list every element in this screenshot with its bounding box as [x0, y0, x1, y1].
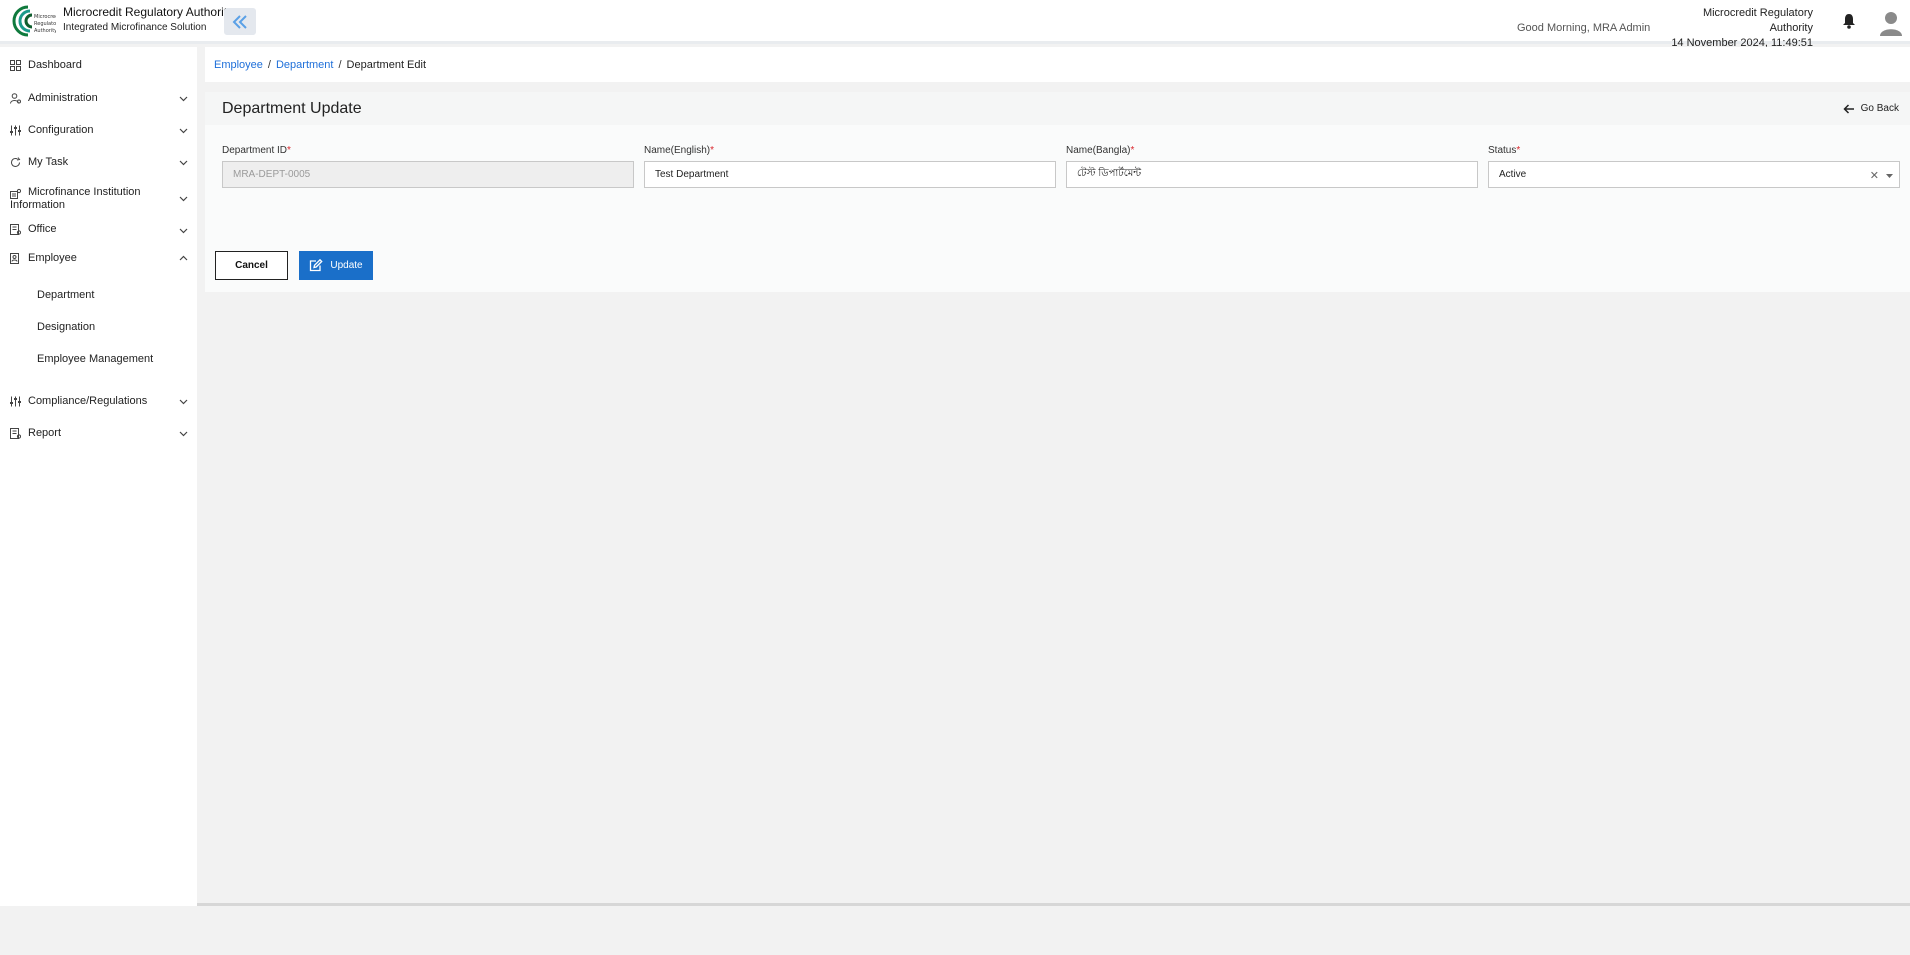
name-english-field-group: Name(English)* Test Department	[644, 145, 1056, 188]
task-icon	[11, 157, 21, 167]
top-header: Microcredit Regulatory Authority Microcr…	[0, 0, 1910, 64]
name-bangla-field-group: Name(Bangla)* টেস্ট ডিপার্টমেন্ট	[1066, 145, 1478, 188]
sidebar-item-dashboard[interactable]: Dashboard	[0, 59, 197, 77]
sidebar-item-label: Microfinance Institution Information	[10, 186, 141, 211]
svg-text:Microcredit: Microcredit	[34, 14, 56, 20]
breadcrumb-separator: /	[267, 58, 271, 71]
status-select[interactable]: Active ✕	[1488, 161, 1900, 188]
dept-id-input: MRA-DEPT-0005	[222, 161, 634, 188]
dept-id-label: Department ID*	[222, 145, 291, 156]
cancel-button[interactable]: Cancel	[215, 251, 288, 280]
sidebar-item-report[interactable]: Report	[0, 427, 197, 445]
name-bangla-input[interactable]: টেস্ট ডিপার্টমেন্ট	[1066, 161, 1478, 188]
card-header: Department Update Go Back	[205, 92, 1910, 125]
sidebar-item-configuration[interactable]: Configuration	[0, 124, 197, 142]
go-back-label: Go Back	[1860, 103, 1899, 114]
update-button[interactable]: Update	[299, 251, 373, 280]
sidebar-item-label: Employee	[28, 252, 77, 264]
sidebar-item-administration[interactable]: Administration	[0, 92, 197, 110]
sidebar-subitem-designation[interactable]: Designation	[37, 321, 95, 333]
main-content: Employee / Department / Department Edit …	[197, 47, 1910, 906]
user-cog-icon	[10, 93, 21, 104]
caret-down-icon[interactable]	[1886, 174, 1893, 178]
chevron-down-icon	[179, 431, 188, 437]
go-back-button[interactable]: Go Back	[1843, 103, 1899, 114]
brand-subtitle: Integrated Microfinance Solution	[63, 22, 207, 33]
breadcrumb: Employee / Department / Department Edit	[205, 47, 1910, 82]
chevron-down-icon	[179, 160, 188, 166]
mra-logo: Microcredit Regulatory Authority	[8, 3, 62, 39]
grid-icon	[10, 60, 21, 71]
user-avatar-icon[interactable]	[1879, 10, 1903, 39]
dept-id-field-group: Department ID* MRA-DEPT-0005	[222, 145, 634, 188]
breadcrumb-link-employee[interactable]: Employee	[214, 59, 263, 71]
report-icon	[10, 428, 21, 439]
sidebar: Dashboard Administration Configuration M…	[0, 47, 197, 906]
brand-title: Microcredit Regulatory Authority	[63, 5, 234, 19]
status-selected-value: Active	[1499, 169, 1527, 180]
status-field-group: Status* Active ✕	[1488, 145, 1900, 188]
update-button-label: Update	[330, 260, 363, 271]
sidebar-item-label: Compliance/Regulations	[28, 395, 148, 407]
status-label: Status*	[1488, 145, 1521, 156]
sidebar-item-my-task[interactable]: My Task	[0, 156, 197, 174]
svg-text:Regulatory: Regulatory	[34, 21, 56, 27]
chevron-up-icon	[179, 255, 188, 261]
svg-text:Authority: Authority	[34, 28, 56, 34]
chevron-down-icon	[179, 399, 188, 405]
sidebar-collapse-button[interactable]	[224, 8, 256, 35]
sidebar-item-label: Report	[28, 427, 62, 439]
chevron-down-icon	[179, 128, 188, 134]
employee-icon	[10, 253, 19, 264]
chevron-down-icon	[179, 228, 188, 234]
name-english-label: Name(English)*	[644, 145, 715, 156]
org-name: Microcredit Regulatory Authority	[1702, 7, 1813, 34]
sliders-icon	[10, 125, 21, 136]
sidebar-item-label: Dashboard	[28, 59, 82, 71]
sidebar-subitem-employee-management[interactable]: Employee Management	[37, 353, 153, 365]
sidebar-subitem-department[interactable]: Department	[37, 289, 94, 301]
breadcrumb-separator: /	[338, 58, 342, 71]
sidebar-item-compliance[interactable]: Compliance/Regulations	[0, 395, 197, 413]
sidebar-item-label: Administration	[28, 92, 98, 104]
sidebar-item-label: My Task	[28, 156, 69, 168]
sidebar-item-office[interactable]: Office	[0, 223, 197, 241]
greeting-text: Good Morning, MRA Admin	[1517, 22, 1651, 34]
department-update-card: Department Update Go Back Department ID*…	[205, 92, 1910, 292]
sidebar-item-microfinance-institution[interactable]: Microfinance Institution Information	[0, 186, 197, 214]
office-icon	[10, 224, 21, 235]
notification-bell-icon[interactable]	[1842, 13, 1856, 32]
arrow-left-icon	[1843, 103, 1854, 114]
breadcrumb-current: Department Edit	[346, 58, 427, 71]
double-chevron-left-icon	[232, 14, 247, 29]
edit-icon	[310, 259, 323, 272]
sliders-icon	[10, 396, 21, 407]
clear-icon[interactable]: ✕	[1870, 169, 1879, 182]
name-bangla-label: Name(Bangla)*	[1066, 145, 1135, 156]
sidebar-item-employee[interactable]: Employee	[0, 252, 197, 270]
page-title: Department Update	[222, 100, 362, 117]
footer-area	[0, 906, 1910, 955]
sidebar-item-label: Configuration	[28, 124, 94, 136]
name-english-input[interactable]: Test Department	[644, 161, 1056, 188]
chevron-down-icon	[179, 196, 188, 202]
sidebar-item-label: Office	[28, 223, 57, 235]
chevron-down-icon	[179, 96, 188, 102]
breadcrumb-link-department[interactable]: Department	[276, 59, 333, 71]
